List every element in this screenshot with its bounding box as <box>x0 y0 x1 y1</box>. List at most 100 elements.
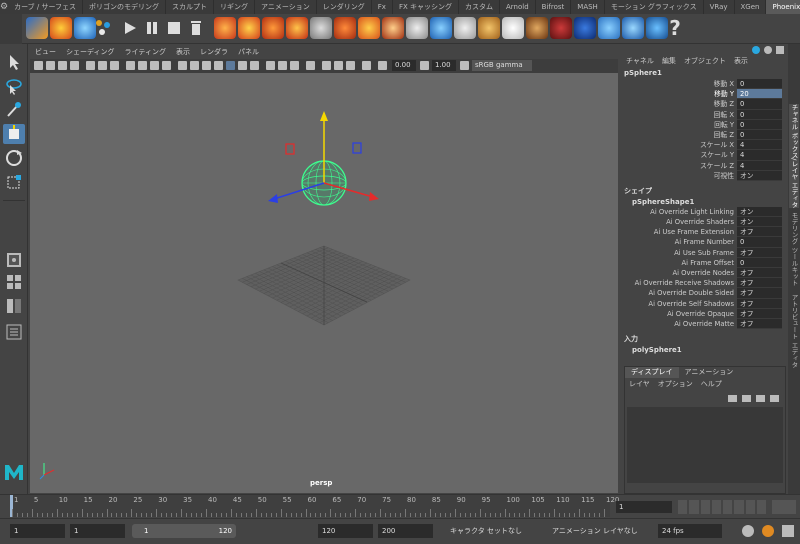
safe-title-icon[interactable] <box>162 61 171 70</box>
camera-attributes-icon[interactable] <box>46 61 55 70</box>
channel-value[interactable]: 20 <box>737 89 782 100</box>
channel-value[interactable]: オフ <box>737 318 782 330</box>
x-axis-arrow-icon[interactable] <box>369 192 379 201</box>
channel-label[interactable]: Ai Override Self Shadows <box>620 299 737 309</box>
channel-row[interactable]: Ai Frame Offset 0 <box>620 257 788 268</box>
image-plane-icon[interactable] <box>70 61 79 70</box>
channel-row[interactable]: 移動 X0 <box>620 79 788 90</box>
channel-row[interactable]: スケール Y4 <box>620 150 788 161</box>
tab-modeling-toolkit[interactable]: モデリング ツールキット <box>789 212 799 286</box>
exposure-icon[interactable] <box>378 61 387 70</box>
channel-label[interactable]: Ai Override Double Sided <box>620 288 737 298</box>
channel-value[interactable]: オフ <box>737 288 782 299</box>
channel-value[interactable]: オン <box>737 170 782 181</box>
channel-value[interactable]: 4 <box>737 160 782 171</box>
outliner-layout-icon[interactable] <box>3 322 25 342</box>
channel-row[interactable]: Ai Override Matte オフ <box>620 318 788 330</box>
xray-joints-icon[interactable] <box>346 61 355 70</box>
channel-value[interactable]: 4 <box>737 140 782 151</box>
channel-row[interactable]: Ai Frame Number 0 <box>620 237 788 248</box>
isolate-select-icon[interactable] <box>322 61 331 70</box>
channel-label[interactable]: スケール X <box>620 140 737 150</box>
exposure-field[interactable]: 0.00 <box>392 60 416 71</box>
time-slider[interactable]: 1 5 10 15 20 25 30 35 40 45 50 55 60 65 70 75 80 85 90 95 10… <box>0 494 800 518</box>
playback-start-field[interactable]: 1 <box>70 524 125 538</box>
phoenix-burning-icon[interactable] <box>286 17 308 39</box>
perspective-viewport[interactable]: persp <box>30 73 618 493</box>
channel-value[interactable]: オン <box>737 217 782 228</box>
lasso-tool-icon[interactable] <box>3 76 25 96</box>
channel-label[interactable]: 移動 X <box>620 79 737 89</box>
play-icon[interactable] <box>122 17 138 39</box>
single-pane-layout-icon[interactable] <box>3 250 25 270</box>
shelf-tab[interactable]: アニメーション <box>255 0 317 14</box>
cb-menu-edit[interactable]: 編集 <box>662 54 676 68</box>
tab-channel-box-layer-editor[interactable]: チャネル ボックス/レイヤ エディタ <box>789 104 799 208</box>
channel-label[interactable]: Ai Frame Number <box>620 237 737 247</box>
shelf-tab[interactable]: モーション グラフィックス <box>605 0 704 14</box>
smooth-shade-icon[interactable] <box>190 61 199 70</box>
character-set-dropdown[interactable]: キャラクタ セットなし <box>446 524 544 538</box>
shelf-tab[interactable]: VRay <box>704 0 735 14</box>
z-axis-arrow-icon[interactable] <box>268 194 278 203</box>
phoenix-paint-icon[interactable] <box>550 17 572 39</box>
phoenix-candle-icon[interactable] <box>358 17 380 39</box>
shelf-tab[interactable]: スカルプト <box>166 0 215 14</box>
textured-icon[interactable] <box>226 61 235 70</box>
new-layer-from-selected-icon[interactable] <box>770 395 779 402</box>
field-chart-icon[interactable] <box>138 61 147 70</box>
channel-value[interactable]: オフ <box>737 268 782 279</box>
auto-key-icon[interactable] <box>762 525 774 537</box>
default-material-icon[interactable] <box>202 61 211 70</box>
shelf-tab[interactable]: カーブ / サーフェス <box>8 0 84 14</box>
channel-row[interactable]: Ai Override Opaque オフ <box>620 308 788 319</box>
channel-row[interactable]: 回転 Y0 <box>620 119 788 130</box>
shelf-tab-active[interactable]: PhoenixFD <box>766 0 800 14</box>
wireframe-on-shaded-icon[interactable] <box>214 61 223 70</box>
gamma-icon[interactable] <box>420 61 429 70</box>
channel-value[interactable]: 0 <box>737 237 782 248</box>
phoenix-steam-icon[interactable] <box>406 17 428 39</box>
phoenix-explosion-icon[interactable] <box>262 17 284 39</box>
shelf-tab[interactable]: レンダリング <box>317 0 372 14</box>
bookmarks-icon[interactable] <box>58 61 67 70</box>
shelf-tab[interactable]: FX キャッシング <box>393 0 459 14</box>
gate-mask-icon[interactable] <box>126 61 135 70</box>
channel-value[interactable]: 4 <box>737 150 782 161</box>
phoenix-pour-icon[interactable] <box>598 17 620 39</box>
cb-menu-show[interactable]: 表示 <box>734 54 748 68</box>
viewport-menu-panels[interactable]: パネル <box>233 46 264 59</box>
shelf-tab[interactable]: MASH <box>571 0 605 14</box>
pause-icon[interactable] <box>144 17 160 39</box>
play-forward-icon[interactable] <box>723 500 733 514</box>
channel-label[interactable]: 回転 Z <box>620 130 737 140</box>
channel-value[interactable]: 0 <box>737 129 782 141</box>
channel-label[interactable]: 回転 X <box>620 110 737 120</box>
shelf-options-gear-icon[interactable]: ⚙ <box>0 0 8 14</box>
channel-label[interactable]: Ai Frame Offset <box>620 258 737 268</box>
channel-row[interactable]: Ai Override Receive Shadows オフ <box>620 278 788 289</box>
phoenix-wave-icon[interactable] <box>622 17 644 39</box>
channel-row[interactable]: 可視性 オン <box>620 170 788 181</box>
shelf-tab[interactable]: Arnold <box>500 0 536 14</box>
channel-value[interactable]: オフ <box>737 308 782 319</box>
stop-icon[interactable] <box>166 17 182 39</box>
channel-label[interactable]: Ai Override Light Linking <box>620 207 737 217</box>
channel-label[interactable]: Ai Use Sub Frame <box>620 248 737 258</box>
key-auto-toggle-icon[interactable] <box>772 500 796 514</box>
depth-of-field-icon[interactable] <box>306 61 315 70</box>
viewport-menu-renderer[interactable]: レンダラ <box>195 46 233 59</box>
channel-value[interactable]: オフ <box>737 247 782 258</box>
channel-label[interactable]: Ai Override Shaders <box>620 217 737 227</box>
shelf-tab[interactable]: カスタム <box>459 0 500 14</box>
phoenix-fire-source-icon[interactable] <box>50 17 72 39</box>
tab-attribute-editor[interactable]: アトリビュート エディタ <box>789 294 799 368</box>
viewport-menu-lighting[interactable]: ライティング <box>120 46 171 59</box>
channel-row[interactable]: Ai Override Double Sided オフ <box>620 288 788 299</box>
go-to-start-icon[interactable] <box>678 500 688 514</box>
channel-label[interactable]: 回転 Y <box>620 120 737 130</box>
channel-row[interactable]: Ai Use Frame Extension オフ <box>620 227 788 238</box>
phoenix-fire-preset-icon[interactable] <box>214 17 236 39</box>
fps-dropdown[interactable]: 24 fps <box>658 524 722 538</box>
shadows-icon[interactable] <box>250 61 259 70</box>
